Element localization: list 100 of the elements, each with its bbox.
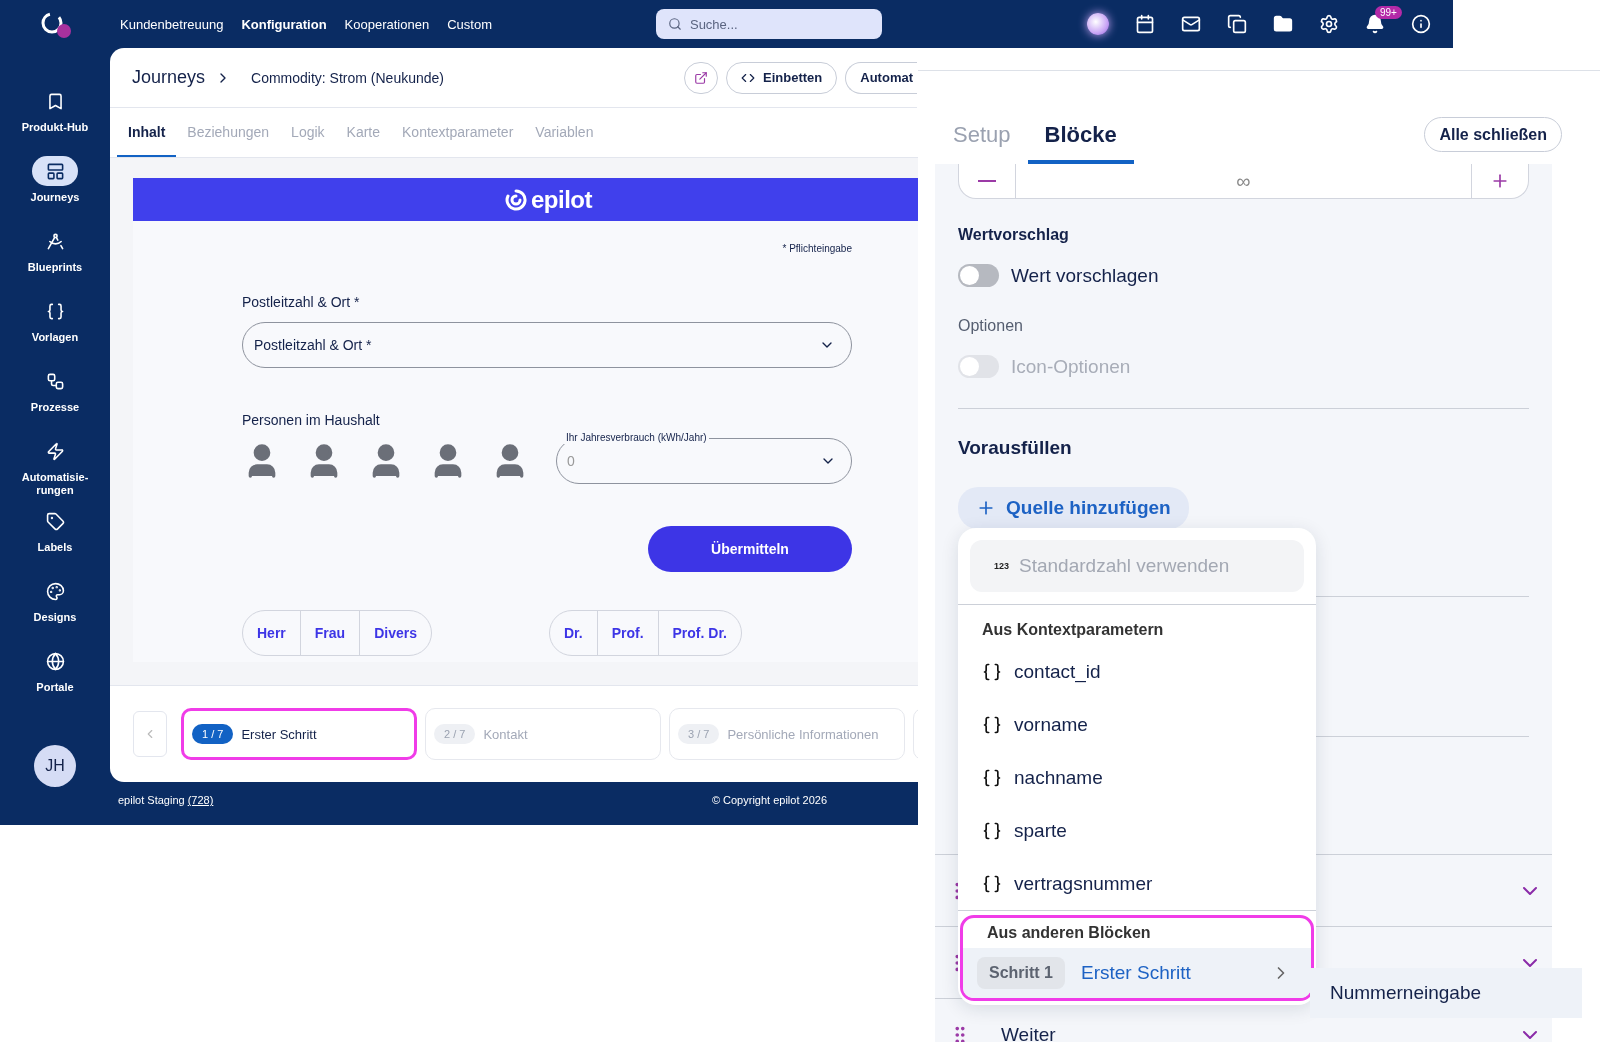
environment-link[interactable]: (728) [187, 794, 214, 806]
sidebar-label: Prozesse [29, 401, 81, 414]
sidebar-item[interactable]: Journeys [5, 156, 105, 226]
sidebar-item[interactable]: Vorlagen [5, 296, 105, 366]
bell-icon[interactable] [1365, 14, 1385, 34]
toggle-label: Icon-Optionen [1011, 355, 1131, 378]
nav-link[interactable]: Konfiguration [241, 16, 327, 32]
nav-link[interactable]: Kooperationen [344, 16, 430, 32]
folder-icon[interactable] [1273, 14, 1293, 34]
open-external-button[interactable] [684, 61, 719, 94]
info-icon[interactable] [1411, 14, 1431, 34]
add-source-button[interactable]: Quelle hinzufügen [958, 487, 1189, 529]
sidebar-icon [45, 651, 65, 671]
sidebar-label: Vorlagen [30, 331, 80, 344]
option-button[interactable]: Divers [360, 611, 431, 655]
option-button[interactable]: Herr [243, 611, 301, 655]
sidebar-label: Blueprints [26, 261, 84, 274]
journey-title: Commodity: Strom (Neukunde) [251, 69, 444, 86]
breadcrumb-link[interactable]: Journeys [132, 67, 206, 88]
sidebar-item[interactable]: Labels [5, 506, 105, 576]
search-icon [667, 17, 682, 31]
step-label: Persönliche Informationen [727, 726, 879, 742]
step-chip[interactable]: 1 / 7 Erster Schritt [181, 708, 417, 760]
sidebar-label: Journeys [29, 191, 81, 204]
braces-icon [982, 661, 1002, 682]
step-badge: 3 / 7 [678, 724, 720, 744]
menu-item[interactable]: nachname [958, 751, 1316, 804]
option-button[interactable]: Frau [300, 611, 361, 655]
stepper-value[interactable]: ∞ [1015, 164, 1472, 198]
search-field[interactable]: Suche... [655, 9, 882, 39]
sidebar-item[interactable]: Portale [5, 646, 105, 716]
step-tag: Schritt 1 [977, 957, 1065, 989]
nav-link[interactable]: Custom [447, 16, 492, 32]
step-badge: 2 / 7 [434, 724, 476, 744]
copyright-text: © Copyright epilot 2026 [711, 794, 827, 806]
toggle-label: Wert vorschlagen [1011, 264, 1159, 287]
close-all-button[interactable]: Alle schließen [1424, 117, 1562, 152]
step-badge: 1 / 7 [192, 724, 234, 744]
sidebar-label: Automatisie-rungen [20, 471, 90, 497]
sidebar-icon [45, 581, 65, 601]
brand-name: epilot [531, 185, 592, 214]
step-label: Erster Schritt [241, 726, 317, 742]
copy-icon[interactable] [1227, 14, 1247, 34]
braces-icon [982, 820, 1002, 841]
section-heading: Vorausfüllen [958, 437, 1073, 459]
option-button[interactable]: Prof. [597, 611, 659, 655]
external-link-icon [694, 70, 709, 85]
header-button[interactable]: Einbetten [726, 61, 838, 94]
sidebar-label: Produkt-Hub [20, 121, 90, 134]
select-value: 0 [567, 453, 575, 469]
option-button[interactable]: Prof. Dr. [658, 611, 741, 655]
field-label: Postleitzahl & Ort * [242, 294, 361, 310]
menu-item-label: Standardzahl verwenden [1019, 555, 1230, 577]
floating-label: Ihr Jahresverbrauch (kWh/Jahr) [564, 432, 709, 444]
logo-icon [504, 187, 528, 212]
consumption-select[interactable]: Ihr Jahresverbrauch (kWh/Jahr) 0 [556, 429, 852, 484]
submenu-item[interactable]: Nummerneingabe [1310, 968, 1582, 1018]
sidebar-item[interactable]: Blueprints [5, 226, 105, 296]
menu-group-heading: Aus Kontextparametern [981, 620, 1165, 640]
search-placeholder: Suche... [689, 16, 738, 32]
menu-item[interactable]: contact_id [958, 645, 1316, 698]
header-button[interactable]: Automat [845, 61, 917, 94]
number-icon: 123 [994, 561, 1010, 571]
assistant-orb-icon[interactable] [1087, 13, 1109, 35]
minus-icon [978, 180, 996, 182]
option-button[interactable]: Dr. [549, 611, 598, 655]
sidebar-item[interactable]: Designs [5, 576, 105, 646]
braces-icon [982, 714, 1002, 735]
sidebar-icon [45, 441, 65, 461]
menu-item[interactable]: Schritt 1 Erster Schritt [963, 948, 1311, 998]
field-label: Personen im Haushalt [242, 412, 381, 428]
nav-link[interactable]: Kundenbetreuung [120, 16, 224, 32]
sidebar-label: Portale [35, 681, 75, 694]
toggle-switch[interactable] [958, 264, 999, 287]
submit-button[interactable]: Übermitteln [648, 526, 852, 572]
mail-icon[interactable] [1181, 14, 1201, 34]
settings-icon[interactable] [1319, 14, 1339, 34]
sidebar-item[interactable]: Produkt-Hub [5, 86, 105, 156]
sidebar-item[interactable]: Automatisie-rungen [5, 436, 105, 506]
sidebar-label: Designs [32, 611, 78, 624]
sidebar-item[interactable]: Prozesse [5, 366, 105, 436]
section-label: Optionen [958, 317, 1024, 335]
select-value: Postleitzahl & Ort * [254, 337, 372, 353]
menu-item[interactable]: vertragsnummer [958, 857, 1316, 910]
sidebar-icon [45, 231, 65, 251]
menu-item[interactable]: vorname [958, 698, 1316, 751]
notification-badge: 99+ [1375, 6, 1402, 19]
menu-item[interactable]: sparte [958, 804, 1316, 857]
sidebar-icon [45, 301, 65, 321]
sidebar-label: Labels [36, 541, 74, 554]
calendar-icon[interactable] [1135, 14, 1155, 34]
step-label: Kontakt [483, 726, 528, 742]
menu-item-label: Erster Schritt [1081, 962, 1192, 984]
user-avatar[interactable]: JH [34, 745, 76, 787]
block-label: Weiter [1001, 1023, 1056, 1042]
braces-icon [982, 873, 1002, 894]
braces-icon [982, 767, 1002, 788]
menu-group-heading: Aus anderen Blöcken [986, 923, 1152, 943]
required-note: * Pflichteingabe [782, 243, 852, 254]
sidebar-icon [45, 161, 65, 181]
